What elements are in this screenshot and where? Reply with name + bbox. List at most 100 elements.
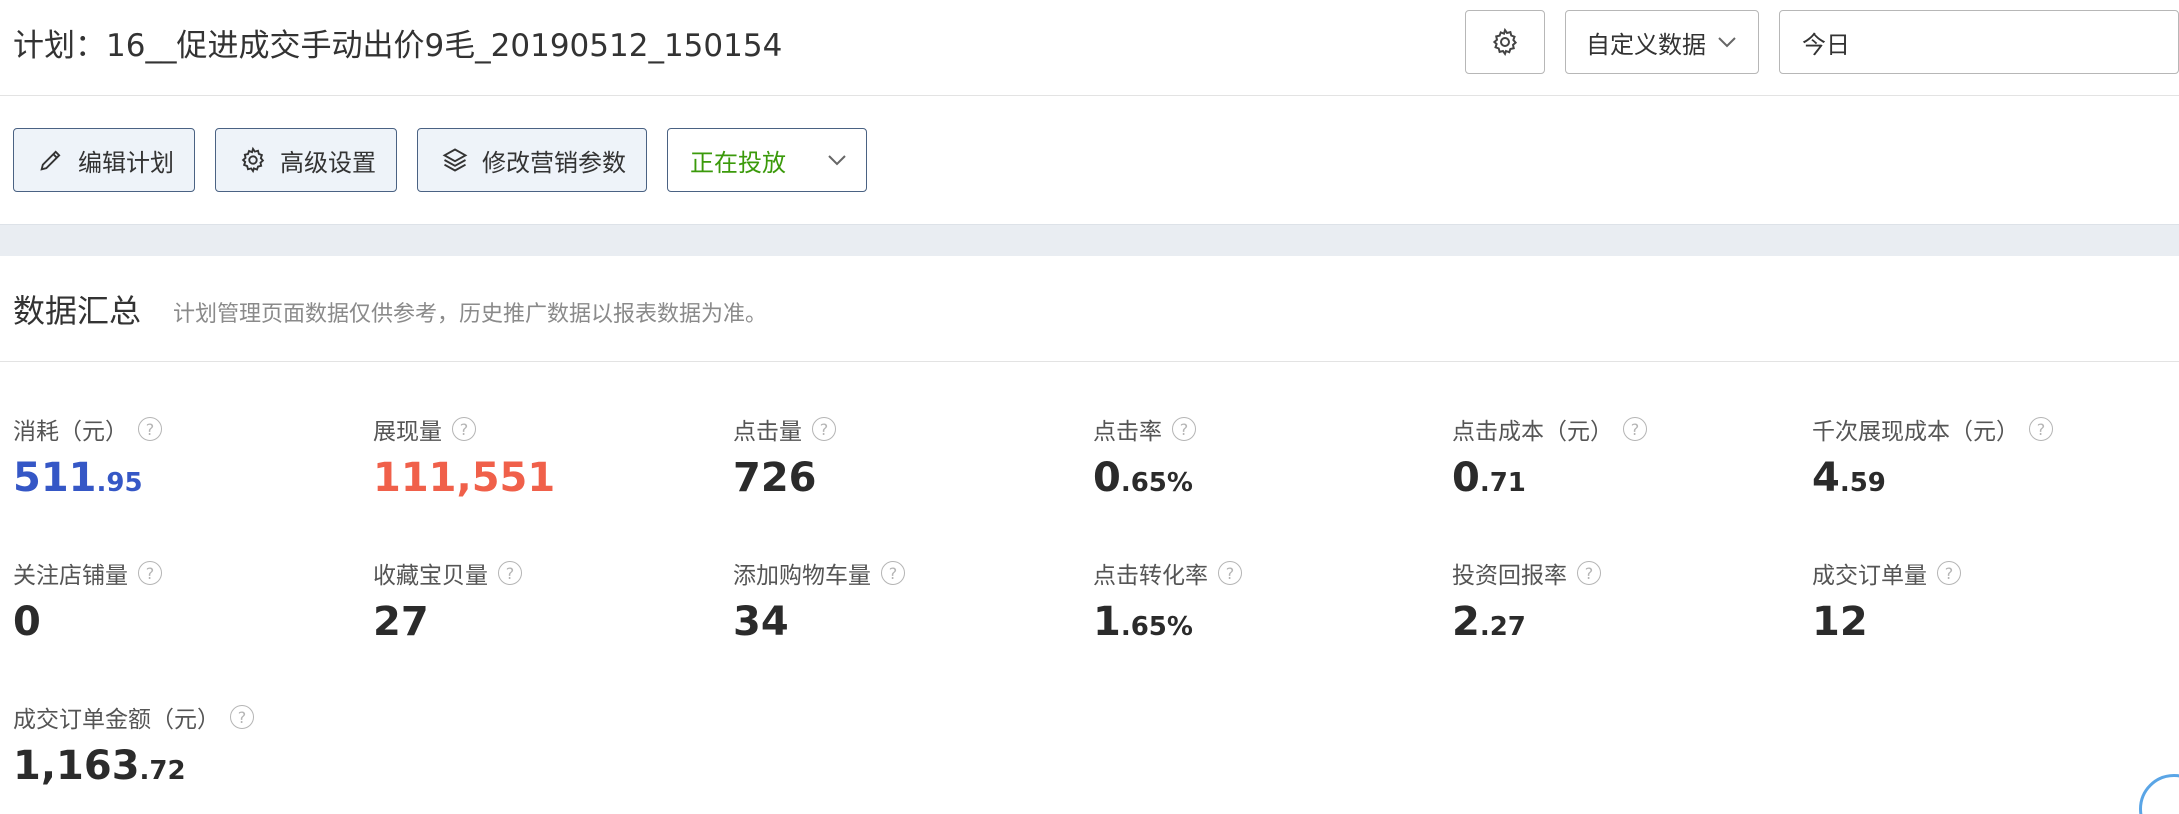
metric-item: 成交订单量? 12 [1812,556,2152,642]
metric-label: 收藏宝贝量? [373,556,713,590]
help-icon[interactable]: ? [1172,417,1196,441]
help-icon[interactable]: ? [2029,417,2053,441]
metric-item: 展现量? 111,551 [373,412,713,498]
gear-icon [1492,27,1518,57]
metric-value-dec: .95 [96,468,143,498]
toolbar: 编辑计划 高级设置 修改营销参数 正在投放 [0,96,2179,224]
metric-value: 2.27 [1452,602,1792,642]
metric-label: 添加购物车量? [733,556,1073,590]
date-label: 今日 [1802,30,1850,59]
metric-value: 111,551 [373,458,713,498]
metric-item: 点击转化率? 1.65% [1093,556,1433,642]
help-icon[interactable]: ? [230,705,254,729]
advanced-settings-label: 高级设置 [280,148,376,177]
settings-button[interactable] [1465,10,1545,74]
corner-decoration [2139,774,2179,814]
help-icon[interactable]: ? [881,561,905,585]
custom-data-label: 自定义数据 [1586,30,1706,59]
edit-plan-label: 编辑计划 [78,148,174,177]
plan-title: 计划：16__促进成交手动出价9毛_20190512_150154 [13,28,783,64]
metric-value-int: 511 [13,455,97,501]
metric-label: 千次展现成本（元）? [1812,412,2152,446]
pencil-icon [36,145,66,175]
metric-value-int: 34 [733,599,789,645]
chevron-down-icon [828,155,846,166]
status-select[interactable]: 正在投放 [667,128,867,192]
help-icon[interactable]: ? [138,417,162,441]
layers-icon [440,145,470,175]
help-icon[interactable]: ? [1623,417,1647,441]
page-header: 计划：16__促进成交手动出价9毛_20190512_150154 自定义数据 … [0,0,2179,96]
metric-value: 12 [1812,602,2152,642]
chevron-down-icon [1718,37,1736,48]
metric-value: 4.59 [1812,458,2152,498]
metric-label-text: 展现量 [373,419,442,445]
modify-marketing-label: 修改营销参数 [482,148,626,177]
metric-value-int: 1 [1093,599,1121,645]
modify-marketing-button[interactable]: 修改营销参数 [417,128,647,192]
metric-value-dec: .65% [1120,468,1193,498]
metric-label-text: 关注店铺量 [13,563,128,589]
metric-value-int: 27 [373,599,429,645]
section-divider [0,224,2179,256]
metric-value: 726 [733,458,1073,498]
metric-item: 添加购物车量? 34 [733,556,1073,642]
metric-item: 收藏宝贝量? 27 [373,556,713,642]
metric-label: 关注店铺量? [13,556,353,590]
metric-value-dec: .71 [1479,468,1526,498]
date-range-select[interactable]: 今日 [1779,10,2179,74]
metric-value: 34 [733,602,1073,642]
metric-item: 消耗（元）? 511.95 [13,412,353,498]
metric-label: 点击转化率? [1093,556,1433,590]
metric-label-text: 消耗（元） [13,419,128,445]
advanced-settings-button[interactable]: 高级设置 [215,128,397,192]
metric-item: 点击成本（元）? 0.71 [1452,412,1792,498]
help-icon[interactable]: ? [1577,561,1601,585]
metric-item: 千次展现成本（元）? 4.59 [1812,412,2152,498]
metric-value-int: 0 [1452,455,1480,501]
metric-value-int: 0 [1093,455,1121,501]
metric-label: 展现量? [373,412,713,446]
metric-label-text: 点击转化率 [1093,563,1208,589]
metric-label-text: 收藏宝贝量 [373,563,488,589]
custom-data-select[interactable]: 自定义数据 [1565,10,1759,74]
help-icon[interactable]: ? [138,561,162,585]
metric-value-int: 4 [1812,455,1840,501]
metric-value: 1.65% [1093,602,1433,642]
metric-value-dec: .27 [1479,612,1526,642]
help-icon[interactable]: ? [452,417,476,441]
metric-value: 0.65% [1093,458,1433,498]
metric-value-int: 726 [733,455,817,501]
metric-label-text: 成交订单金额（元） [13,707,220,733]
metric-label-text: 点击率 [1093,419,1162,445]
metric-label: 投资回报率? [1452,556,1792,590]
metric-value-int: 111,551 [373,455,556,501]
metric-item: 点击量? 726 [733,412,1073,498]
help-icon[interactable]: ? [498,561,522,585]
metric-value-int: 0 [13,599,41,645]
metric-label-text: 投资回报率 [1452,563,1567,589]
metric-label-text: 添加购物车量 [733,563,871,589]
help-icon[interactable]: ? [1937,561,1961,585]
summary-note: 计划管理页面数据仅供参考，历史推广数据以报表数据为准。 [173,302,768,327]
metric-label: 点击率? [1093,412,1433,446]
metric-item: 关注店铺量? 0 [13,556,353,642]
metric-label: 点击成本（元）? [1452,412,1792,446]
metric-label: 成交订单金额（元）? [13,700,353,734]
help-icon[interactable]: ? [812,417,836,441]
metric-label-text: 成交订单量 [1812,563,1927,589]
metric-value: 0 [13,602,353,642]
metric-value-int: 12 [1812,599,1868,645]
metric-label-text: 点击量 [733,419,802,445]
metric-item: 点击率? 0.65% [1093,412,1433,498]
help-icon[interactable]: ? [1218,561,1242,585]
metric-value-dec: .65% [1120,612,1193,642]
metric-value: 27 [373,602,713,642]
metric-value-dec: .59 [1839,468,1886,498]
metric-value-dec: .72 [139,756,186,786]
gear-icon [238,145,268,175]
metric-item: 成交订单金额（元）? 1,163.72 [13,700,353,786]
metric-value: 0.71 [1452,458,1792,498]
summary-header: 数据汇总 计划管理页面数据仅供参考，历史推广数据以报表数据为准。 [0,256,2179,362]
edit-plan-button[interactable]: 编辑计划 [13,128,195,192]
